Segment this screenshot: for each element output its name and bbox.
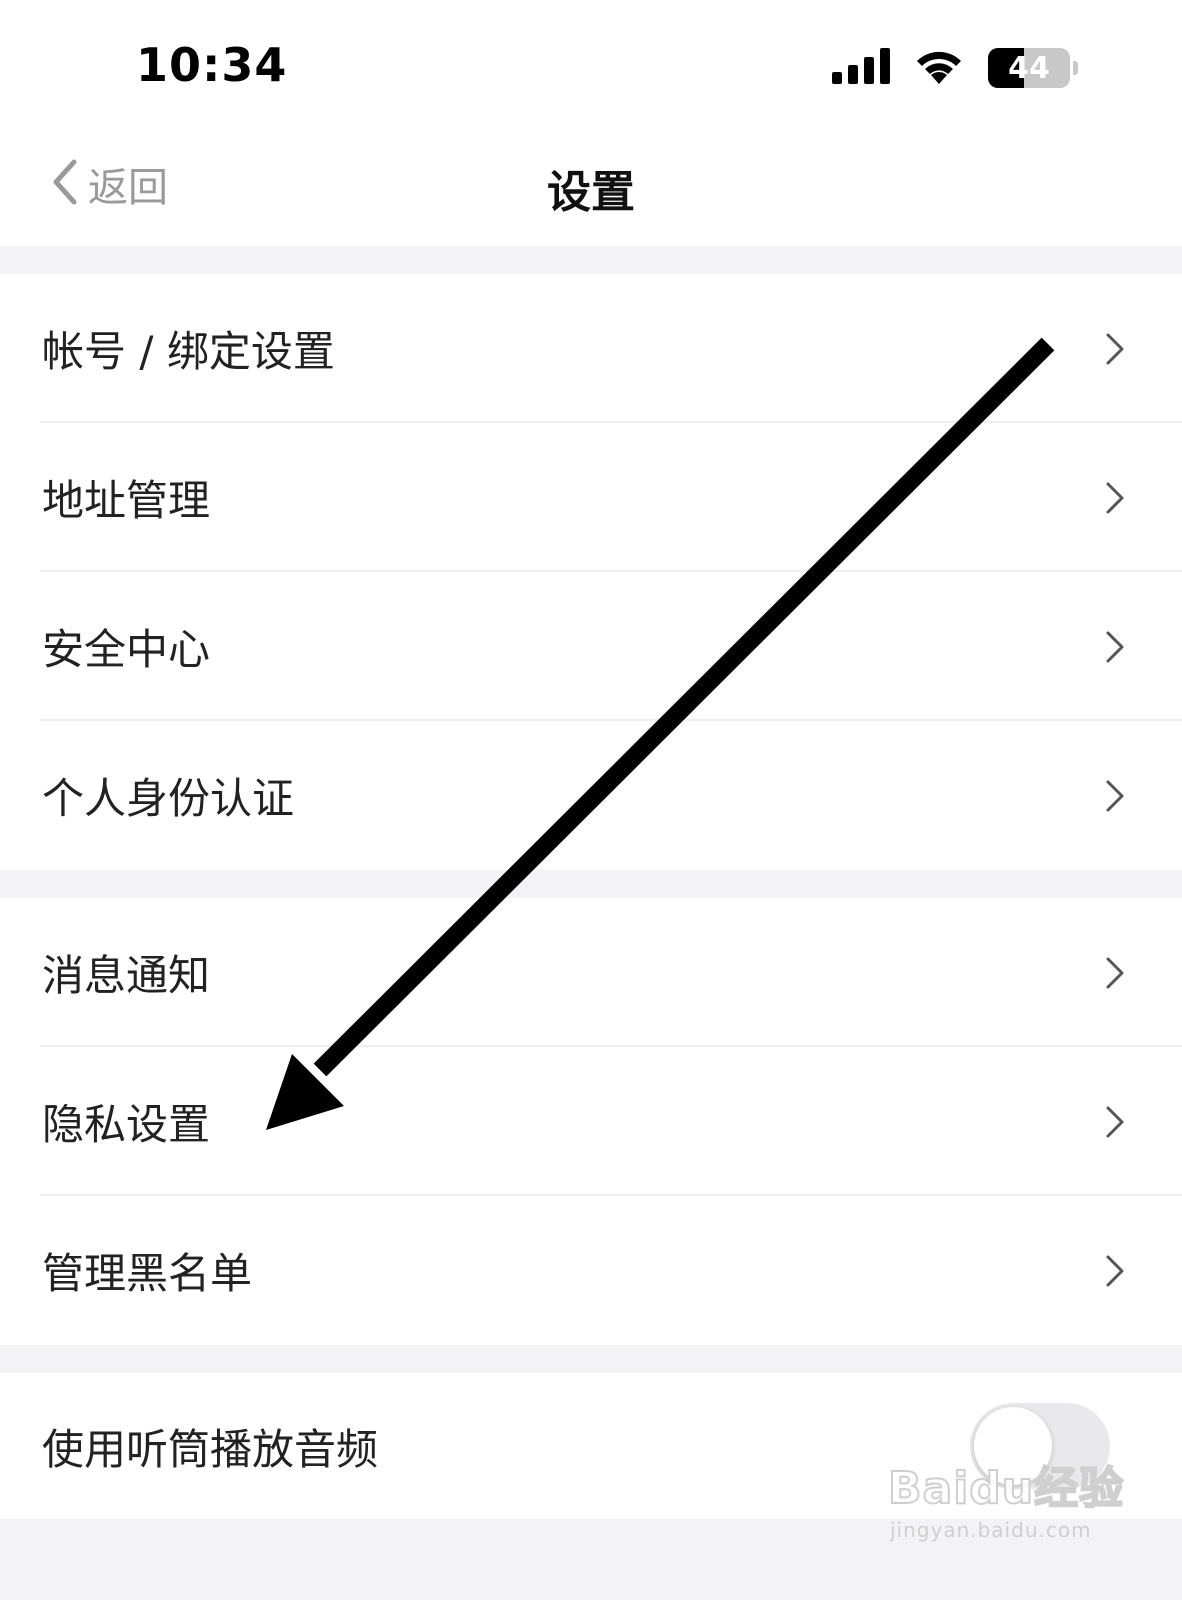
watermark-logo: Baidu经验 bbox=[887, 1462, 1125, 1515]
row-label: 地址管理 bbox=[42, 476, 211, 525]
battery-cap bbox=[1073, 61, 1078, 75]
row-label: 安全中心 bbox=[42, 625, 211, 674]
watermark-url: jingyan.baidu.com bbox=[890, 1518, 1092, 1542]
wifi-icon bbox=[912, 46, 966, 90]
row-label: 使用听筒播放音频 bbox=[42, 1424, 379, 1474]
page-title: 设置 bbox=[547, 167, 635, 218]
section-gap bbox=[0, 246, 1182, 274]
battery-level-text: 44 bbox=[1008, 50, 1050, 86]
settings-row-security-center[interactable]: 安全中心 bbox=[0, 572, 1182, 721]
baidu-watermark: Baidu经验 jingyan.baidu.com bbox=[887, 1452, 1128, 1562]
settings-group-notifications: 消息通知 隐私设置 管理黑名单 bbox=[0, 898, 1182, 1345]
status-bar: 10:34 44 bbox=[0, 0, 1182, 120]
chevron-right-icon bbox=[1096, 1253, 1132, 1289]
row-label: 帐号 / 绑定设置 bbox=[42, 327, 335, 376]
battery-icon: 44 bbox=[988, 48, 1070, 88]
settings-row-blacklist[interactable]: 管理黑名单 bbox=[0, 1196, 1182, 1345]
chevron-right-icon bbox=[1096, 955, 1132, 991]
chevron-right-icon bbox=[1096, 1104, 1132, 1140]
row-label: 消息通知 bbox=[42, 951, 211, 1000]
row-label: 个人身份认证 bbox=[42, 774, 295, 823]
row-label: 隐私设置 bbox=[42, 1100, 211, 1149]
status-icons: 44 bbox=[832, 44, 1078, 92]
settings-row-account-binding[interactable]: 帐号 / 绑定设置 bbox=[0, 274, 1182, 423]
chevron-right-icon bbox=[1096, 331, 1132, 367]
settings-row-notifications[interactable]: 消息通知 bbox=[0, 898, 1182, 1047]
settings-group-account: 帐号 / 绑定设置 地址管理 安全中心 个人身份认证 bbox=[0, 274, 1182, 870]
section-gap bbox=[0, 1345, 1182, 1373]
section-gap bbox=[0, 870, 1182, 898]
chevron-right-icon bbox=[1096, 778, 1132, 814]
chevron-right-icon bbox=[1096, 480, 1132, 516]
settings-row-privacy[interactable]: 隐私设置 bbox=[0, 1047, 1182, 1196]
chevron-right-icon bbox=[1096, 629, 1132, 665]
signal-icon bbox=[832, 48, 892, 88]
settings-row-identity-verification[interactable]: 个人身份认证 bbox=[0, 721, 1182, 870]
settings-row-address[interactable]: 地址管理 bbox=[0, 423, 1182, 572]
row-label: 管理黑名单 bbox=[42, 1249, 253, 1298]
status-time: 10:34 bbox=[136, 38, 288, 92]
nav-bar: 返回 设置 bbox=[0, 120, 1182, 246]
